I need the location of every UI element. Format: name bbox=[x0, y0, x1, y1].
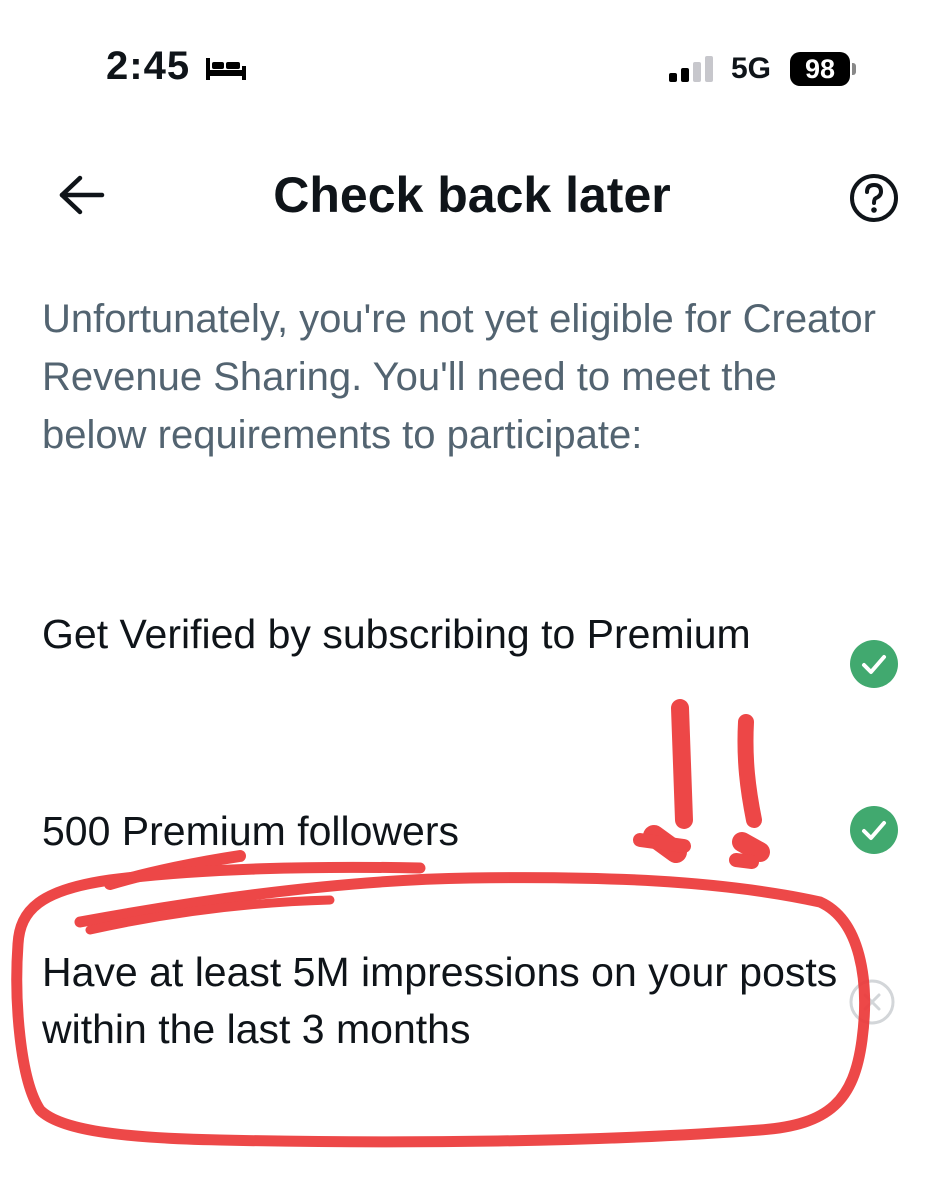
network-label: 5G bbox=[731, 52, 772, 85]
check-circle-icon bbox=[850, 640, 898, 688]
x-circle-icon bbox=[849, 979, 895, 1025]
bed-icon bbox=[206, 58, 246, 80]
signal-icon bbox=[669, 56, 713, 82]
header: Check back later bbox=[0, 150, 944, 240]
requirement-impressions: Have at least 5M impressions on your pos… bbox=[42, 949, 838, 1052]
status-bar: 2:45 5G 98 bbox=[0, 0, 944, 140]
page-title: Check back later bbox=[273, 167, 671, 223]
battery-nub bbox=[852, 63, 856, 75]
battery-indicator: 98 bbox=[790, 52, 850, 86]
check-circle-icon bbox=[850, 806, 898, 854]
requirement-verified: Get Verified by subscribing to Premium bbox=[42, 611, 751, 657]
help-icon[interactable] bbox=[848, 172, 900, 224]
status-time: 2:45 bbox=[106, 44, 191, 88]
requirement-followers: 500 Premium followers bbox=[42, 808, 459, 854]
eligibility-description: Unfortunately, you're not yet eligible f… bbox=[42, 297, 876, 457]
